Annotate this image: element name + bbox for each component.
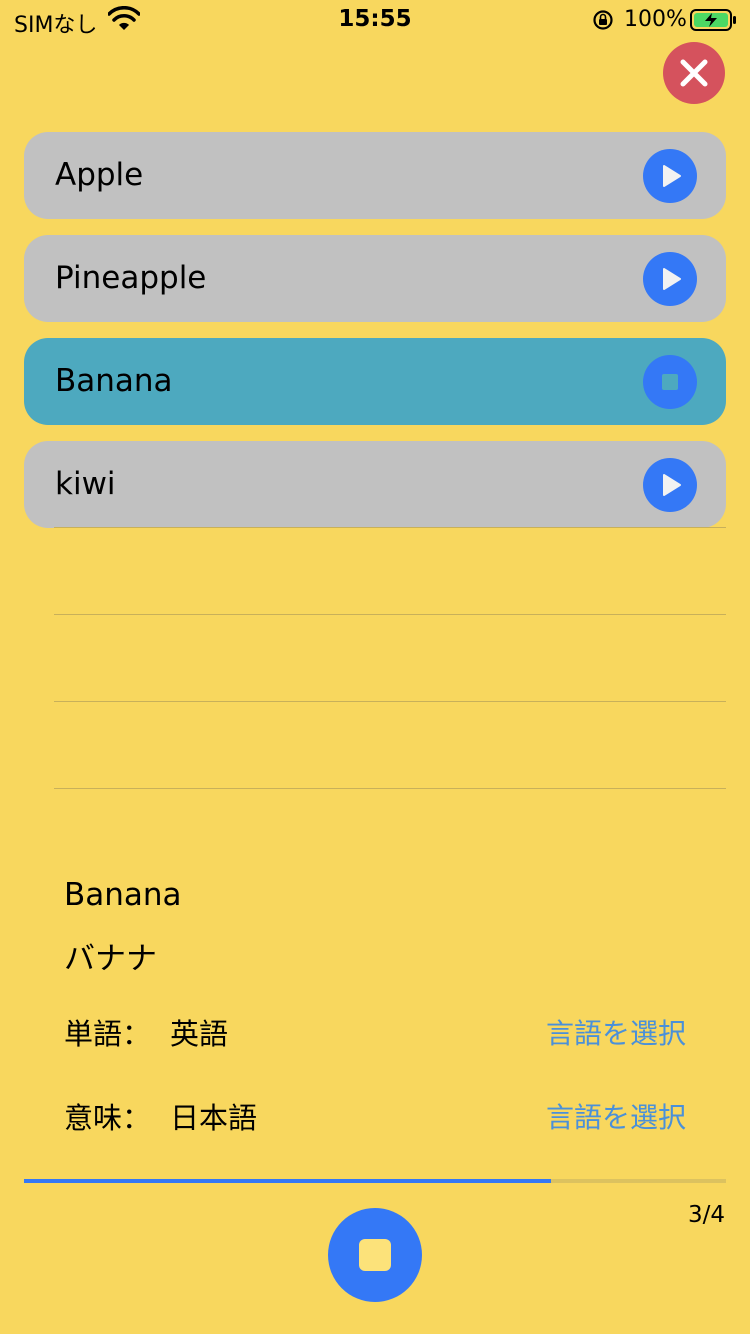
play-icon [663,474,681,496]
list-separator [54,527,726,528]
word-label: Banana [55,363,173,399]
play-icon [663,165,681,187]
meaning-language-label: 意味： [64,1101,152,1135]
play-button[interactable] [643,252,697,306]
close-button[interactable] [663,42,725,104]
word-label: Pineapple [55,260,207,296]
play-button[interactable] [643,458,697,512]
detail-word: Banana [64,877,182,913]
word-language-label: 単語： [64,1017,152,1051]
status-bar: SIMなし 15:55 100% [0,0,750,40]
progress-fill [24,1179,551,1183]
stop-button[interactable] [643,355,697,409]
meaning-language-value: 日本語 [170,1101,258,1135]
stop-icon [662,374,678,390]
select-word-language-button[interactable]: 言語を選択 [546,1015,686,1053]
battery-charging-icon [690,9,736,31]
list-separator [54,614,726,615]
orientation-lock-icon [593,10,613,30]
play-icon [663,268,681,290]
word-row-apple[interactable]: Apple [24,132,726,219]
detail-meaning: バナナ [64,941,157,977]
word-label: kiwi [55,466,116,502]
close-icon [680,59,708,87]
main-stop-button[interactable] [328,1208,422,1302]
list-separator [54,788,726,789]
stop-icon [359,1239,391,1271]
progress-bar [24,1179,726,1183]
word-label: Apple [55,157,144,193]
select-meaning-language-button[interactable]: 言語を選択 [546,1099,686,1137]
word-language-value: 英語 [170,1017,229,1051]
play-button[interactable] [643,149,697,203]
word-row-pineapple[interactable]: Pineapple [24,235,726,322]
battery-percent: 100% [624,7,687,32]
list-separator [54,701,726,702]
meaning-language-row: 意味： 日本語 言語を選択 [64,1099,686,1139]
word-row-kiwi[interactable]: kiwi [24,441,726,528]
word-language-row: 単語： 英語 言語を選択 [64,1015,686,1055]
word-row-banana[interactable]: Banana [24,338,726,425]
progress-count: 3/4 [687,1202,725,1228]
